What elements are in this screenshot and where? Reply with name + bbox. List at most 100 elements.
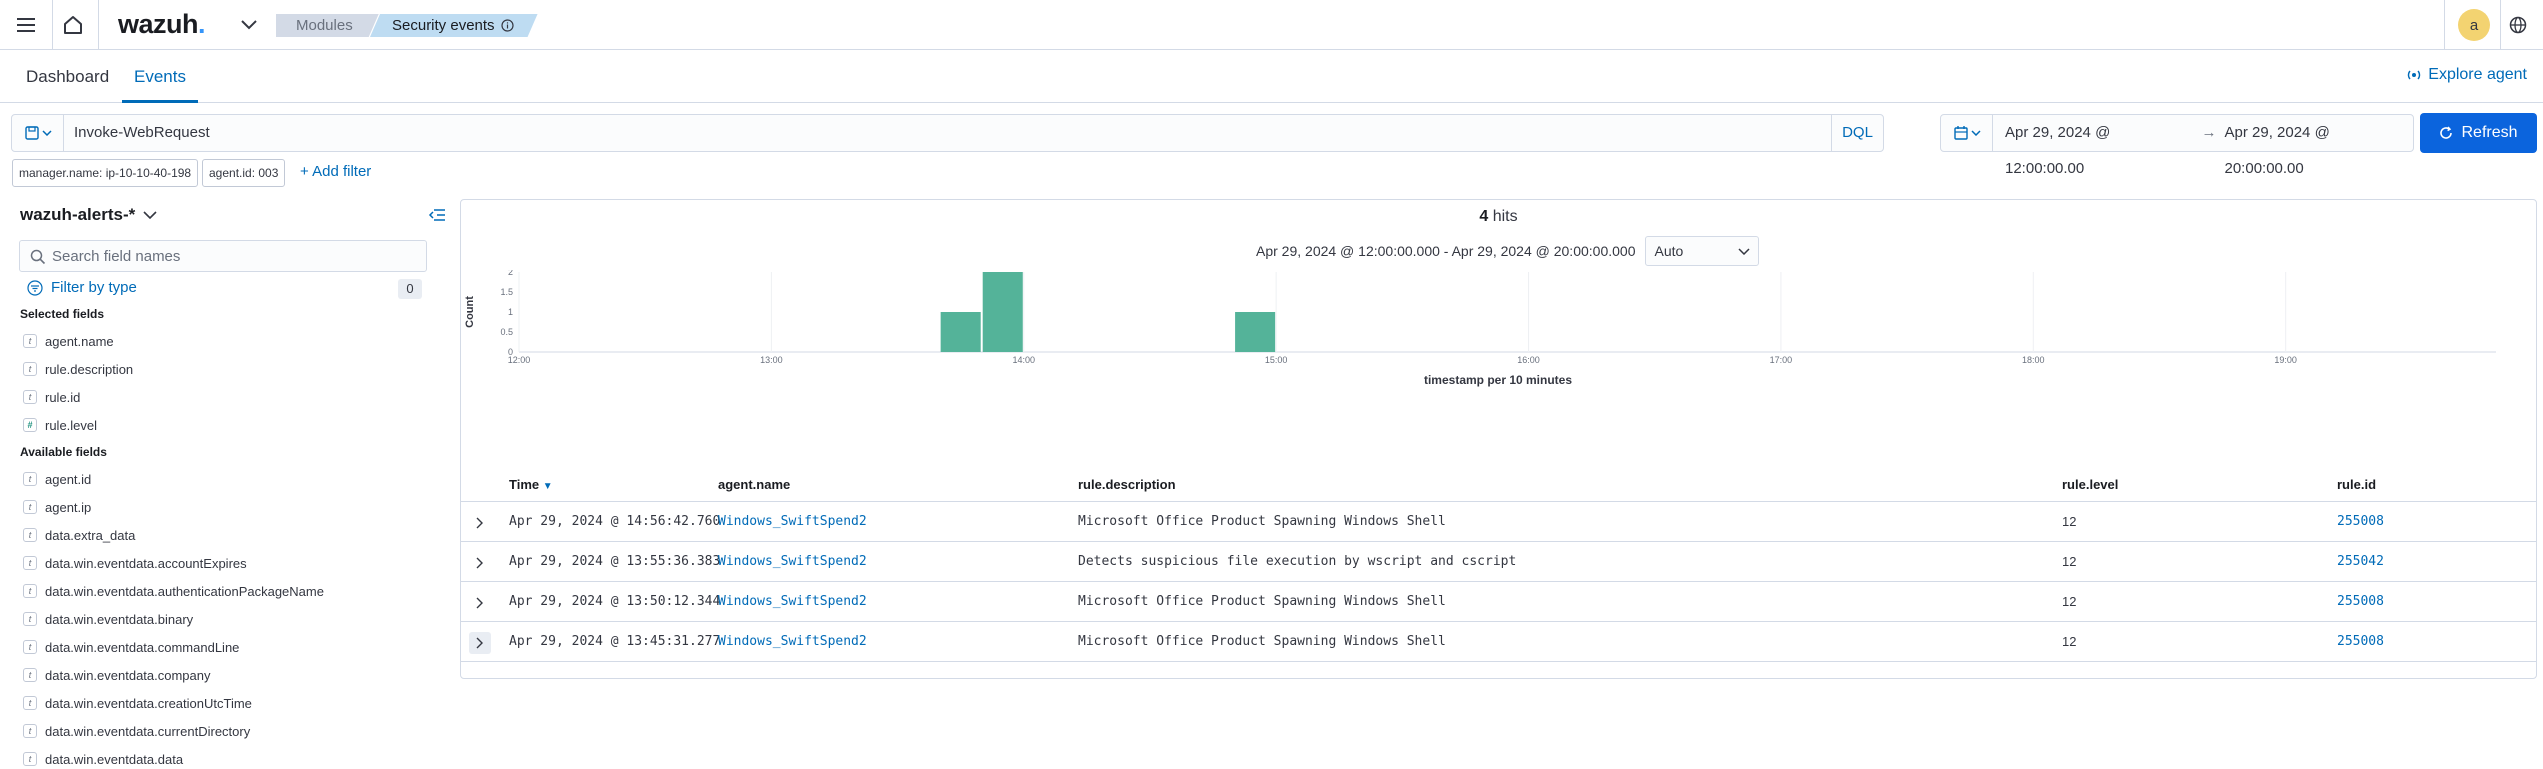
field-name: agent.name [45, 333, 114, 349]
cell-time: Apr 29, 2024 @ 14:56:42.760 [509, 514, 721, 529]
cell-agent-name[interactable]: Windows_SwiftSpend2 [718, 542, 867, 582]
field-item[interactable]: t data.win.eventdata.creationUtcTime [23, 693, 252, 713]
filter-count-badge: 0 [398, 279, 422, 299]
cell-agent-name[interactable]: Windows_SwiftSpend2 [718, 582, 867, 622]
string-type-icon: t [23, 334, 37, 348]
globe-icon[interactable] [2507, 14, 2529, 36]
field-name: rule.id [45, 389, 81, 405]
cell-rule-id[interactable]: 255008 [2337, 582, 2384, 622]
query-input[interactable]: Invoke-WebRequest [74, 115, 210, 151]
x-axis-label: timestamp per 10 minutes [1424, 373, 1572, 387]
field-item[interactable]: t data.win.eventdata.company [23, 665, 211, 685]
quick-select-button[interactable] [1941, 115, 1993, 151]
string-type-icon: t [23, 752, 37, 766]
cell-agent-name[interactable]: Windows_SwiftSpend2 [718, 622, 867, 662]
cell-agent-name[interactable]: Windows_SwiftSpend2 [718, 502, 867, 542]
collapse-sidebar-icon[interactable] [428, 207, 448, 227]
home-icon[interactable] [60, 12, 86, 38]
field-name: data.win.eventdata.creationUtcTime [45, 695, 252, 711]
table-row[interactable]: Apr 29, 2024 @ 13:55:36.383 Windows_Swift… [461, 542, 2536, 582]
field-item[interactable]: t rule.description [23, 359, 133, 379]
hits-count: 4 hits [461, 208, 2536, 226]
results-panel: 4 hits Apr 29, 2024 @ 12:00:00.000 - Apr… [460, 199, 2537, 679]
field-search[interactable] [19, 240, 427, 272]
end-date[interactable]: Apr 29, 2024 @ 20:00:00.00 [2225, 115, 2414, 187]
explore-agent-button[interactable]: Explore agent [2406, 66, 2527, 84]
filter-pill-manager-name[interactable]: manager.name: ip-10-10-40-198 [12, 159, 199, 187]
column-header-rule-id[interactable]: rule.id [2337, 470, 2376, 500]
breadcrumb-modules[interactable]: Modules [276, 14, 379, 37]
query-bar[interactable]: Invoke-WebRequest DQL [11, 114, 1884, 152]
tab-bar: Dashboard Events [0, 51, 2543, 103]
date-picker[interactable]: Apr 29, 2024 @ 12:00:00.00 → Apr 29, 202… [1940, 114, 2414, 177]
chevron-right-icon[interactable] [469, 552, 491, 574]
column-header-rule-description[interactable]: rule.description [1078, 470, 1176, 500]
string-type-icon: t [23, 724, 37, 738]
field-item[interactable]: t data.extra_data [23, 525, 135, 545]
hits-label: hits [1492, 208, 1518, 225]
field-item[interactable]: t data.win.eventdata.authenticationPackag… [23, 581, 324, 601]
add-filter-button[interactable]: + Add filter [300, 163, 371, 180]
field-search-input[interactable] [52, 241, 422, 271]
refresh-label: Refresh [2461, 124, 2518, 141]
chevron-right-icon[interactable] [469, 632, 491, 654]
cell-time: Apr 29, 2024 @ 13:45:31.277 [509, 634, 721, 649]
field-item[interactable]: t data.win.eventdata.accountExpires [23, 553, 247, 573]
user-avatar[interactable]: a [2458, 9, 2490, 41]
string-type-icon: t [23, 362, 37, 376]
query-language-button[interactable]: DQL [1831, 115, 1883, 151]
interval-select[interactable]: Auto [1645, 236, 1760, 266]
cell-rule-id[interactable]: 255042 [2337, 542, 2384, 582]
filter-pill-agent-id[interactable]: agent.id: 003 [202, 159, 286, 187]
field-name: data.win.eventdata.company [45, 667, 211, 683]
string-type-icon: t [23, 668, 37, 682]
table-row[interactable]: Apr 29, 2024 @ 14:56:42.760 Windows_Swift… [461, 502, 2536, 542]
field-item[interactable]: t agent.ip [23, 497, 91, 517]
histogram-bar [940, 312, 981, 352]
chevron-down-icon[interactable] [238, 14, 260, 36]
field-item[interactable]: # rule.level [23, 415, 97, 435]
start-date[interactable]: Apr 29, 2024 @ 12:00:00.00 [2005, 115, 2194, 187]
y-tick-label: 1 [508, 307, 513, 317]
x-tick-label: 15:00 [1265, 355, 1288, 365]
field-item[interactable]: t agent.id [23, 469, 91, 489]
field-item[interactable]: t data.win.eventdata.data [23, 749, 183, 769]
refresh-button[interactable]: Refresh [2420, 113, 2537, 153]
string-type-icon: t [23, 556, 37, 570]
chevron-right-icon[interactable] [469, 512, 491, 534]
field-item[interactable]: t agent.name [23, 331, 114, 351]
field-name: agent.id [45, 471, 92, 487]
field-item[interactable]: t data.win.eventdata.binary [23, 609, 193, 629]
wazuh-logo[interactable]: wazuh. [118, 9, 206, 40]
filter-icon [27, 279, 43, 296]
string-type-icon: t [23, 612, 37, 626]
tab-dashboard[interactable]: Dashboard [14, 51, 121, 103]
cell-rule-id[interactable]: 255008 [2337, 622, 2384, 662]
chevron-right-icon[interactable] [469, 592, 491, 614]
column-header-agent-name[interactable]: agent.name [718, 470, 790, 500]
explore-agent-label: Explore agent [2428, 66, 2527, 83]
breadcrumb-security-events[interactable]: Security events [370, 14, 538, 37]
column-header-time[interactable]: Time ▼ [509, 470, 553, 500]
table-row[interactable]: Apr 29, 2024 @ 13:45:31.277 Windows_Swift… [461, 622, 2536, 662]
cell-rule-id[interactable]: 255008 [2337, 502, 2384, 542]
field-item[interactable]: t rule.id [23, 387, 80, 407]
filter-by-type-button[interactable]: Filter by type [27, 279, 137, 296]
field-name: data.win.eventdata.currentDirectory [45, 723, 251, 739]
x-tick-label: 13:00 [760, 355, 783, 365]
hamburger-menu-icon[interactable] [14, 12, 40, 38]
field-item[interactable]: t data.win.eventdata.commandLine [23, 637, 239, 657]
x-tick-label: 14:00 [1013, 355, 1036, 365]
field-item[interactable]: t data.win.eventdata.currentDirectory [23, 721, 250, 741]
sort-down-icon[interactable]: ▼ [543, 481, 553, 492]
y-tick-label: 1.5 [500, 287, 513, 297]
saved-query-button[interactable] [12, 115, 64, 151]
table-row[interactable]: Apr 29, 2024 @ 13:50:12.344 Windows_Swift… [461, 582, 2536, 622]
string-type-icon: t [23, 696, 37, 710]
histogram-bar [1235, 312, 1276, 352]
column-header-rule-level[interactable]: rule.level [2062, 470, 2118, 500]
tab-events[interactable]: Events [122, 51, 198, 103]
x-tick-label: 17:00 [1770, 355, 1793, 365]
calendar-icon [1953, 126, 1968, 140]
index-pattern-selector[interactable]: wazuh-alerts-* [20, 205, 157, 225]
